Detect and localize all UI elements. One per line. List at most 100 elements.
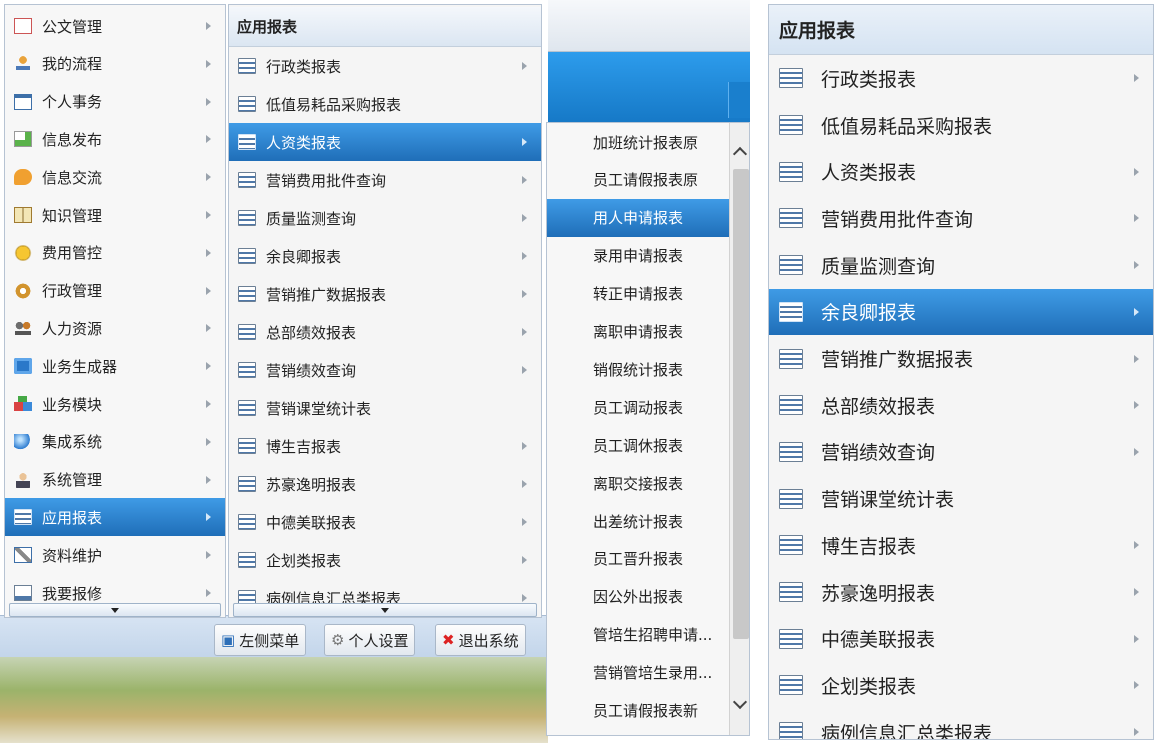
report-list-icon [779, 208, 803, 229]
report-menu-item[interactable]: 博生吉报表 [229, 427, 541, 465]
report-menu-item[interactable]: 营销课堂统计表 [229, 389, 541, 427]
scroll-down-icon[interactable] [732, 694, 748, 710]
hr-submenu-item[interactable]: 转正申请报表 [547, 275, 729, 313]
generator-icon [14, 358, 32, 375]
report-menu-item[interactable]: 质量监测查询 [229, 199, 541, 237]
chevron-right-icon [522, 214, 527, 222]
main-menu-item[interactable]: 应用报表 [5, 498, 225, 537]
report-menu-enlarged-item[interactable]: 质量监测查询 [769, 242, 1153, 289]
hr-submenu-item[interactable]: 员工晋升报表 [547, 540, 729, 578]
coins-icon [14, 244, 32, 261]
main-menu-item[interactable]: 人力资源 [5, 309, 225, 347]
hr-submenu-item[interactable]: 因公外出报表 [547, 578, 729, 616]
report-menu-enlarged-item[interactable]: 行政类报表 [769, 55, 1153, 102]
hr-submenu-item[interactable]: 员工调休报表 [547, 426, 729, 464]
report-menu-item[interactable]: 营销推广数据报表 [229, 275, 541, 313]
main-menu-item[interactable]: 资料维护 [5, 536, 225, 574]
report-menu-enlarged-item[interactable]: 余良卿报表 [769, 288, 1153, 336]
report-menu-item[interactable]: 中德美联报表 [229, 503, 541, 541]
report-menu-scroll-down-button[interactable] [233, 603, 537, 617]
hr-submenu-item[interactable]: 离职交接报表 [547, 464, 729, 502]
main-menu-scroll-down-button[interactable] [9, 603, 221, 617]
hr-submenu-item[interactable]: 加班统计报表原 [547, 123, 729, 161]
hr-submenu-item[interactable]: 出差统计报表 [547, 502, 729, 540]
report-menu-item[interactable]: 低值易耗品采购报表 [229, 85, 541, 123]
desktop-background [0, 655, 548, 743]
hr-submenu-item[interactable]: 用人申请报表 [547, 198, 729, 237]
chevron-right-icon [206, 135, 211, 144]
hr-submenu-item[interactable]: 营销管培生录用... [547, 654, 729, 692]
main-menu: 公文管理 我的流程 个人事务 信息发布 信息交流 知识管理 费用管控 行政管理 人力资源 业务生成… [4, 4, 226, 618]
report-menu-item[interactable]: 余良卿报表 [229, 237, 541, 275]
chevron-down-icon [381, 608, 389, 613]
hr-submenu-item[interactable]: 管培生招聘申请... [547, 616, 729, 654]
scroll-thumb[interactable] [733, 169, 749, 639]
main-menu-item[interactable]: 公文管理 [5, 7, 225, 45]
main-menu-item[interactable]: 个人事务 [5, 83, 225, 121]
report-list-icon [779, 488, 803, 509]
main-menu-item[interactable]: 行政管理 [5, 272, 225, 310]
report-menu-enlarged-item[interactable]: 营销课堂统计表 [769, 475, 1153, 522]
hr-submenu-item[interactable]: 员工请假报表原 [547, 161, 729, 199]
main-menu-item[interactable]: 知识管理 [5, 196, 225, 234]
chevron-right-icon [1134, 401, 1139, 410]
main-menu-item[interactable]: 集成系统 [5, 423, 225, 461]
report-menu-enlarged-header: 应用报表 [769, 5, 1153, 55]
report-list-icon [779, 535, 803, 556]
report-list-icon [779, 68, 803, 89]
main-menu-item[interactable]: 系统管理 [5, 461, 225, 499]
hr-submenu-scrollbar[interactable] [729, 123, 749, 735]
report-menu-item[interactable]: 企划类报表 [229, 541, 541, 579]
chevron-right-icon [1134, 214, 1139, 223]
report-list-icon [238, 58, 256, 74]
chevron-right-icon [206, 437, 211, 446]
chevron-right-icon [206, 286, 211, 295]
report-menu-enlarged-item[interactable]: 中德美联报表 [769, 615, 1153, 662]
report-menu-enlarged-item[interactable]: 低值易耗品采购报表 [769, 102, 1153, 149]
report-menu-item[interactable]: 苏豪逸明报表 [229, 465, 541, 503]
main-menu-item[interactable]: 信息发布 [5, 120, 225, 158]
hr-submenu-item[interactable]: 录用申请报表 [547, 237, 729, 275]
report-menu-item[interactable]: 行政类报表 [229, 47, 541, 85]
report-menu-enlarged-item[interactable]: 企划类报表 [769, 662, 1153, 709]
main-menu-item[interactable]: 业务生成器 [5, 347, 225, 385]
main-menu-item[interactable]: 费用管控 [5, 234, 225, 272]
report-menu-enlarged-item[interactable]: 营销推广数据报表 [769, 335, 1153, 382]
report-menu-item[interactable]: 人资类报表 [229, 123, 541, 161]
report-menu-enlarged-item[interactable]: 病例信息汇总类报表 [769, 709, 1153, 739]
report-menu-enlarged-item[interactable]: 人资类报表 [769, 148, 1153, 195]
report-list-icon [779, 722, 803, 739]
chevron-right-icon [206, 324, 211, 333]
chevron-right-icon [1134, 74, 1139, 83]
main-menu-item[interactable]: 业务模块 [5, 385, 225, 423]
hr-submenu-item[interactable]: 员工请假报表新 [547, 692, 729, 730]
report-menu-item[interactable]: 总部绩效报表 [229, 313, 541, 351]
window-header-strip [548, 0, 750, 52]
admin-icon [14, 471, 32, 488]
hr-submenu-item[interactable]: 销假统计报表 [547, 350, 729, 388]
exit-system-button[interactable]: ✖ 退出系统 [435, 624, 526, 656]
main-menu-item[interactable]: 我的流程 [5, 45, 225, 83]
blue-band [548, 52, 750, 122]
report-menu-enlarged-item[interactable]: 总部绩效报表 [769, 382, 1153, 429]
left-menu-icon: ▣ [221, 631, 236, 649]
report-menu-enlarged-item[interactable]: 营销绩效查询 [769, 429, 1153, 476]
report-menu-enlarged-item[interactable]: 营销费用批件查询 [769, 195, 1153, 242]
report-list-icon [238, 134, 256, 150]
scroll-up-icon[interactable] [732, 146, 748, 162]
chevron-right-icon [522, 556, 527, 564]
hr-submenu-item[interactable]: 离职申请报表 [547, 313, 729, 351]
report-menu-item[interactable]: 营销绩效查询 [229, 351, 541, 389]
main-menu-item[interactable]: 信息交流 [5, 158, 225, 196]
personal-settings-button[interactable]: ⚙ 个人设置 [324, 624, 416, 656]
report-menu-item[interactable]: 营销费用批件查询 [229, 161, 541, 199]
left-menu-button[interactable]: ▣ 左侧菜单 [214, 624, 307, 656]
report-list-icon [779, 348, 803, 369]
hr-submenu-item[interactable]: 员工调动报表 [547, 388, 729, 426]
report-list-icon [779, 161, 803, 182]
chevron-right-icon [206, 589, 211, 597]
report-menu-enlarged-item[interactable]: 博生吉报表 [769, 522, 1153, 569]
chevron-right-icon [1134, 728, 1139, 737]
chevron-right-icon [522, 518, 527, 526]
report-menu-enlarged-item[interactable]: 苏豪逸明报表 [769, 569, 1153, 616]
